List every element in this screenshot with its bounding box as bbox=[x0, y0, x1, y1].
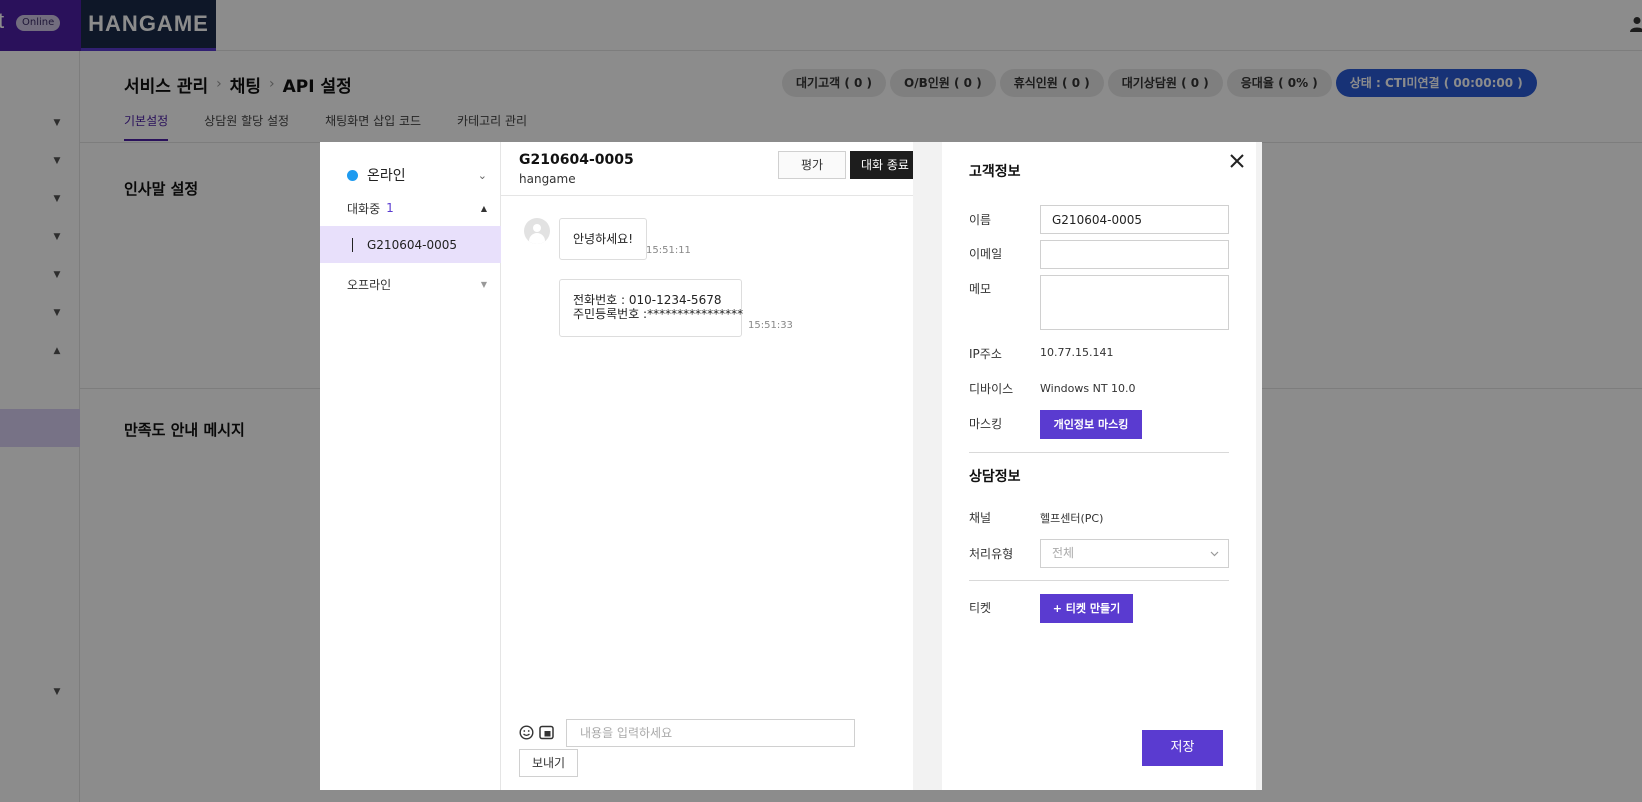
channel-value: 헬프센터(PC) bbox=[1040, 512, 1104, 525]
message-line: 주민등록번호 :**************** bbox=[573, 307, 744, 321]
chat-message: 안녕하세요! bbox=[559, 218, 648, 260]
message-input[interactable] bbox=[566, 719, 855, 747]
group-label: 대화중 bbox=[347, 201, 381, 216]
process-type-select[interactable]: 전체 bbox=[1040, 539, 1229, 568]
conversation-item[interactable]: G210604-0005 bbox=[320, 226, 501, 263]
ip-label: IP주소 bbox=[969, 347, 1002, 361]
process-type-value: 전체 bbox=[1052, 546, 1075, 560]
end-chat-button[interactable]: 대화 종료 bbox=[850, 151, 920, 179]
memo-label: 메모 bbox=[969, 282, 992, 296]
ticket-label: 티켓 bbox=[969, 601, 992, 615]
customer-avatar bbox=[524, 218, 550, 244]
channel-label: 채널 bbox=[969, 511, 992, 525]
send-button[interactable]: 보내기 bbox=[519, 749, 578, 777]
close-icon[interactable] bbox=[1227, 151, 1247, 171]
chat-modal: 온라인 ⌄ 대화중 1 ▲ G210604-0005 오프라인 ▼ G21060… bbox=[320, 142, 1262, 790]
group-label: 오프라인 bbox=[347, 277, 392, 292]
privacy-masking-button[interactable]: 개인정보 마스킹 bbox=[1040, 410, 1142, 439]
type-label: 처리유형 bbox=[969, 547, 1014, 561]
chat-header: G210604-0005 hangame 평가 대화 종료 bbox=[501, 142, 920, 196]
conversation-id: G210604-0005 bbox=[367, 237, 457, 252]
chat-title: G210604-0005 bbox=[519, 152, 634, 168]
group-active-chats[interactable]: 대화중 1 ▲ bbox=[347, 199, 487, 217]
online-status-dot-icon bbox=[347, 169, 358, 181]
memo-field[interactable] bbox=[1040, 275, 1229, 330]
email-label: 이메일 bbox=[969, 247, 1003, 261]
consult-info-title: 상담정보 bbox=[969, 469, 1021, 485]
customer-info-title: 고객정보 bbox=[969, 164, 1021, 180]
group-offline[interactable]: 오프라인 ▼ bbox=[347, 275, 487, 293]
ip-value: 10.77.15.141 bbox=[1040, 346, 1114, 359]
chevron-down-icon: ⌄ bbox=[477, 168, 487, 182]
selection-bar bbox=[352, 237, 353, 252]
device-label: 디바이스 bbox=[969, 382, 1014, 396]
section-divider bbox=[969, 580, 1229, 581]
chat-subtitle: hangame bbox=[519, 172, 576, 186]
attach-image-icon[interactable] bbox=[539, 725, 554, 740]
agent-status-label: 온라인 bbox=[367, 168, 406, 184]
evaluate-button[interactable]: 평가 bbox=[778, 151, 846, 179]
section-divider bbox=[969, 452, 1229, 453]
masking-label: 마스킹 bbox=[969, 417, 1003, 431]
create-ticket-button[interactable]: + 티켓 만들기 bbox=[1040, 594, 1133, 623]
message-timestamp: 15:51:11 bbox=[646, 245, 691, 256]
agent-status-selector[interactable]: 온라인 ⌄ bbox=[347, 165, 487, 185]
email-field[interactable] bbox=[1040, 240, 1229, 269]
name-label: 이름 bbox=[969, 213, 992, 227]
name-field[interactable] bbox=[1040, 205, 1229, 234]
chat-panel: G210604-0005 hangame 평가 대화 종료 안녕하세요! 15:… bbox=[501, 142, 920, 790]
customer-info-panel: 고객정보 이름 이메일 메모 IP주소 10.77.15.141 디바이스 Wi… bbox=[942, 142, 1256, 790]
message-timestamp: 15:51:33 bbox=[748, 320, 793, 331]
group-count: 1 bbox=[386, 201, 394, 215]
emoji-icon[interactable] bbox=[519, 725, 534, 740]
message-line: 전화번호 : 010-1234-5678 bbox=[573, 293, 722, 307]
conversation-list-panel: 온라인 ⌄ 대화중 1 ▲ G210604-0005 오프라인 ▼ bbox=[320, 142, 501, 790]
save-button[interactable]: 저장 bbox=[1142, 730, 1223, 766]
chevron-down-icon bbox=[1210, 551, 1219, 557]
chat-message: 전화번호 : 010-1234-5678 주민등록번호 :***********… bbox=[559, 279, 744, 337]
collapse-up-icon: ▲ bbox=[480, 203, 487, 213]
device-value: Windows NT 10.0 bbox=[1040, 382, 1136, 395]
expand-down-icon: ▼ bbox=[480, 279, 487, 289]
